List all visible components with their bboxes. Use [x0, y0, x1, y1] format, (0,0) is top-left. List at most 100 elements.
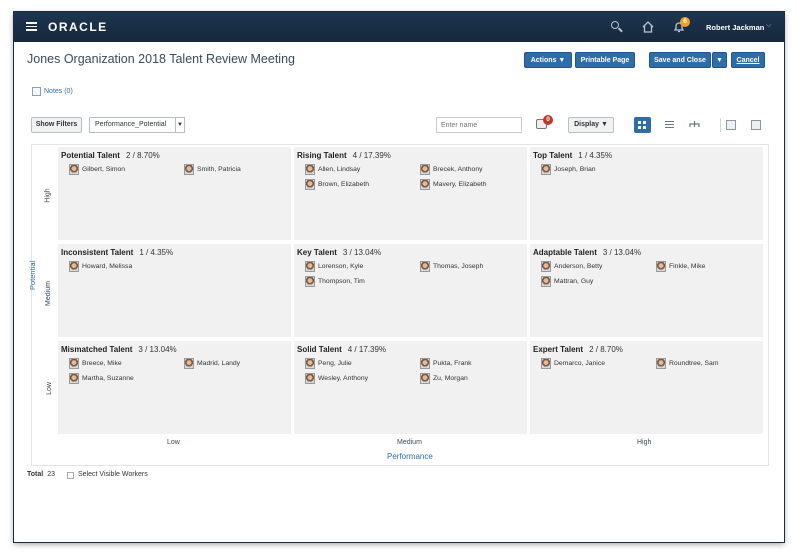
total-value: 23 — [47, 471, 55, 478]
worker-card[interactable]: Thomas, Joseph — [420, 261, 483, 272]
worker-name: Smith, Patricia — [197, 166, 241, 173]
list-view-icon[interactable] — [661, 117, 678, 133]
worker-name: Mavery, Elizabeth — [433, 181, 487, 188]
talent-cell[interactable]: Solid Talent 4 / 17.39% Peng, Julie Pukta, … — [294, 341, 527, 434]
move-workers-icon[interactable] — [726, 120, 736, 130]
worker-card[interactable]: Zu, Morgan — [420, 373, 468, 384]
worker-card[interactable]: Demarco, Janice — [541, 358, 605, 369]
cell-stat: 1 / 4.35% — [578, 151, 613, 160]
worker-name: Thomas, Joseph — [433, 263, 484, 270]
worker-card[interactable]: Pukta, Frank — [420, 358, 472, 369]
worker-name: Gilbert, Simon — [82, 166, 126, 173]
avatar — [420, 179, 430, 190]
x-axis-title: Performance — [387, 452, 433, 461]
notes-link[interactable]: Notes (0) — [44, 88, 73, 95]
toolbar-divider — [720, 118, 721, 132]
cell-title: Key Talent 3 / 13.04% — [297, 248, 381, 257]
talent-cell[interactable]: Rising Talent 4 / 17.39% Allen, Lindsay Bre… — [294, 147, 527, 240]
save-options-dropdown[interactable]: ▼ — [712, 52, 727, 68]
avatar — [184, 164, 194, 175]
cell-stat: 2 / 8.70% — [589, 345, 623, 354]
name-search-input[interactable] — [436, 117, 522, 133]
worker-card[interactable]: Mattran, Guy — [541, 276, 593, 287]
user-name[interactable]: Robert Jackman — [706, 23, 764, 32]
worker-name: Anderson, Betty — [554, 263, 603, 270]
page-title: Jones Organization 2018 Talent Review Me… — [27, 52, 295, 66]
hierarchy-view-icon[interactable] — [686, 117, 703, 133]
talent-cell[interactable]: Adaptable Talent 3 / 13.04% Anderson, Bett… — [530, 244, 763, 337]
worker-card[interactable]: Allen, Lindsay — [305, 164, 360, 175]
talent-cell[interactable]: Mismatched Talent 3 / 13.04% Breece, Mike M… — [58, 341, 291, 434]
actions-button[interactable]: Actions ▼ — [524, 52, 572, 68]
printable-page-button[interactable]: Printable Page — [575, 52, 635, 68]
avatar — [656, 261, 666, 272]
avatar — [305, 261, 315, 272]
select-visible-checkbox[interactable] — [67, 472, 74, 479]
cell-category: Inconsistent Talent — [61, 248, 134, 257]
notes-icon[interactable] — [32, 87, 41, 96]
cell-title: Expert Talent 2 / 8.70% — [533, 345, 623, 354]
cell-stat: 4 / 17.39% — [352, 151, 391, 160]
worker-card[interactable]: Roundtree, Sam — [656, 358, 719, 369]
worker-card[interactable]: Howard, Melissa — [69, 261, 132, 272]
worker-card[interactable]: Wesley, Anthony — [305, 373, 368, 384]
worker-name: Mattran, Guy — [554, 278, 594, 285]
avatar — [69, 261, 79, 272]
avatar — [305, 276, 315, 287]
worker-name: Zu, Morgan — [433, 375, 468, 382]
worker-card[interactable]: Finkle, Mike — [656, 261, 705, 272]
cell-stat: 3 / 13.04% — [602, 248, 642, 257]
worker-card[interactable]: Anderson, Betty — [541, 261, 602, 272]
worker-name: Thompson, Tim — [318, 278, 365, 285]
cell-stat: 3 / 13.04% — [342, 248, 382, 257]
worker-card[interactable]: Peng, Julie — [305, 358, 352, 369]
oracle-logo[interactable]: ORACLE — [48, 20, 108, 34]
worker-card[interactable]: Mavery, Elizabeth — [420, 179, 487, 190]
row-label-medium: Medium — [44, 281, 52, 306]
talent-cell[interactable]: Inconsistent Talent 1 / 4.35% Howard, Meli… — [58, 244, 291, 337]
cell-title: Solid Talent 4 / 17.39% — [297, 345, 386, 354]
worker-card[interactable]: Brown, Elizabeth — [305, 179, 369, 190]
display-menu-button[interactable]: Display ▼ — [568, 117, 614, 133]
box-view-select[interactable]: Performance_Potential ▼ — [89, 117, 185, 133]
talent-cell[interactable]: Potential Talent 2 / 8.70% Gilbert, Simon S… — [58, 147, 291, 240]
worker-card[interactable]: Joseph, Brian — [541, 164, 596, 175]
worker-card[interactable]: Lorenson, Kyle — [305, 261, 363, 272]
hamburger-icon[interactable] — [26, 22, 37, 31]
worker-card[interactable]: Thompson, Tim — [305, 276, 365, 287]
home-icon[interactable] — [641, 20, 655, 34]
worker-name: Roundtree, Sam — [669, 360, 719, 367]
avatar — [420, 261, 430, 272]
chevron-down-icon[interactable]: ⌵ — [766, 22, 771, 30]
top-bar: ORACLE 6 Robert Jackman ⌵ — [14, 12, 784, 42]
worker-card[interactable]: Breece, Mike — [69, 358, 122, 369]
talent-cell[interactable]: Top Talent 1 / 4.35% Joseph, Brian — [530, 147, 763, 240]
cell-category: Expert Talent — [533, 345, 584, 354]
talent-cell[interactable]: Key Talent 3 / 13.04% Lorenson, Kyle Thomas… — [294, 244, 527, 337]
avatar — [541, 358, 551, 369]
box-view-value: Performance_Potential — [95, 121, 167, 128]
worker-card[interactable]: Smith, Patricia — [184, 164, 241, 175]
cell-title: Top Talent 1 / 4.35% — [533, 151, 612, 160]
people-count-badge: 0 — [543, 115, 553, 125]
col-label-medium: Medium — [397, 439, 422, 446]
notification-badge: 6 — [680, 17, 690, 27]
cancel-button[interactable]: Cancel — [731, 52, 765, 68]
cell-category: Potential Talent — [61, 151, 120, 160]
worker-card[interactable]: Brecek, Anthony — [420, 164, 483, 175]
cell-category: Top Talent — [533, 151, 573, 160]
worker-card[interactable]: Gilbert, Simon — [69, 164, 125, 175]
worker-card[interactable]: Martha, Suzanne — [69, 373, 134, 384]
cell-category: Key Talent — [297, 248, 337, 257]
cell-title: Rising Talent 4 / 17.39% — [297, 151, 391, 160]
grid-view-icon[interactable] — [634, 117, 651, 133]
worker-card[interactable]: Madrid, Landy — [184, 358, 240, 369]
chevron-down-icon[interactable]: ▼ — [175, 118, 184, 132]
show-filters-button[interactable]: Show Filters — [31, 117, 82, 133]
search-icon[interactable] — [610, 20, 624, 34]
worker-name: Pukta, Frank — [433, 360, 472, 367]
compare-icon[interactable] — [751, 120, 761, 130]
save-and-close-button[interactable]: Save and Close — [649, 52, 711, 68]
talent-cell[interactable]: Expert Talent 2 / 8.70% Demarco, Janice Rou… — [530, 341, 763, 434]
worker-name: Wesley, Anthony — [318, 375, 368, 382]
